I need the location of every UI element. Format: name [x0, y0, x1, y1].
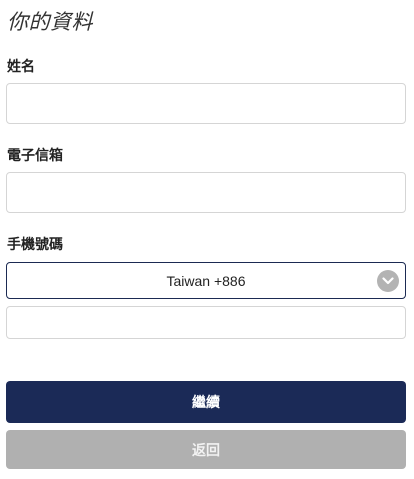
email-label: 電子信箱 [7, 148, 63, 164]
email-input[interactable] [6, 172, 406, 213]
name-label: 姓名 [7, 59, 35, 75]
chevron-down-icon-glyph [382, 277, 394, 285]
phone-input[interactable] [6, 306, 406, 339]
country-code-select[interactable]: Taiwan +886 [6, 262, 406, 299]
country-code-value: Taiwan +886 [166, 272, 246, 289]
continue-button[interactable]: 繼續 [6, 381, 406, 423]
phone-label: 手機號碼 [7, 237, 63, 253]
back-button[interactable]: 返回 [6, 430, 406, 469]
name-input[interactable] [6, 83, 406, 124]
page-title: 你的資料 [7, 10, 93, 34]
chevron-down-icon[interactable] [377, 270, 399, 292]
